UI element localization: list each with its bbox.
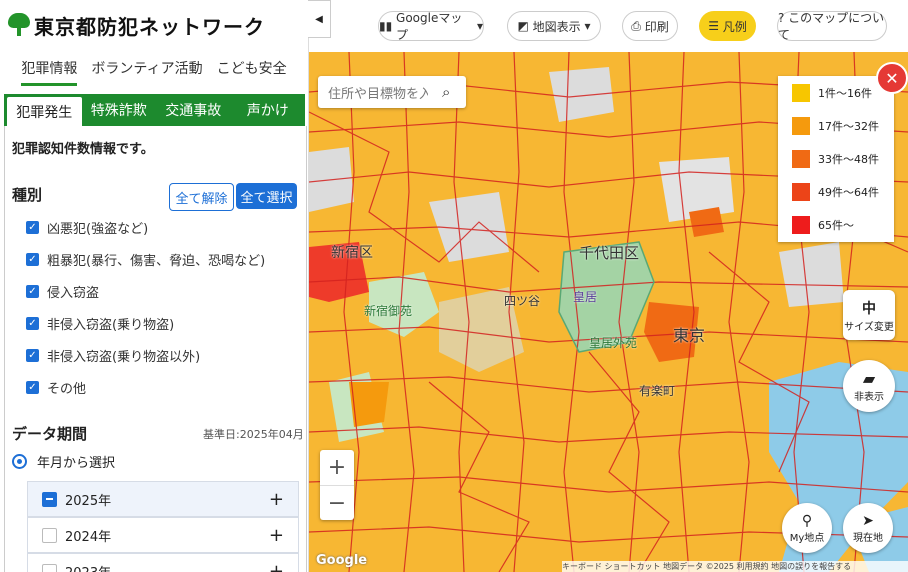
map-label-tokyo: 東京	[673, 326, 706, 345]
legend-button[interactable]: ☰ 凡例	[699, 11, 756, 41]
google-logo: Google	[316, 553, 368, 568]
print-button[interactable]: ⎙ 印刷	[622, 11, 678, 41]
chevron-down-icon: ▾	[580, 19, 591, 33]
top-nav: 犯罪情報 ボランティア活動 こども安全	[0, 52, 308, 86]
tab-calling-out[interactable]: 声かけ	[231, 94, 306, 126]
period-radio[interactable]: 年月から選択	[12, 452, 115, 471]
legend-item: 33件～48件	[792, 150, 879, 168]
legend-swatch	[792, 84, 810, 102]
expand-icon[interactable]: +	[269, 525, 284, 546]
legend-swatch	[792, 183, 810, 201]
expand-icon[interactable]: +	[269, 561, 284, 572]
search-input[interactable]: 住所や目標物を入力	[328, 83, 428, 102]
checkbox-checked-icon[interactable]: ✓	[26, 348, 39, 362]
category-checkbox-burglary[interactable]: ✓ 侵入窃盗	[26, 279, 99, 303]
panel-description: 犯罪認知件数情報です。	[12, 142, 154, 157]
map-display-button[interactable]: ◩ 地図表示 ▾	[507, 11, 601, 41]
size-change-button[interactable]: 中 サイズ変更	[843, 290, 895, 340]
legend-item: 1件～16件	[792, 84, 872, 102]
site-title: 東京都防犯ネットワーク	[34, 14, 265, 39]
map-label-kokyo-gaien: 皇居外苑	[589, 336, 638, 350]
legend-label: 33件～48件	[818, 153, 879, 166]
year-checkbox[interactable]	[42, 563, 57, 572]
legend-label: 1件～16件	[818, 87, 872, 100]
year-checkbox[interactable]	[42, 491, 57, 507]
category-heading: 種別	[12, 186, 43, 204]
base-date: 基準日:2025年04月	[203, 428, 304, 441]
legend-swatch	[792, 150, 810, 168]
pin-icon: ⚲	[801, 512, 813, 529]
checkbox-checked-icon[interactable]: ✓	[26, 284, 39, 298]
year-checkbox[interactable]	[42, 527, 57, 543]
about-map-button[interactable]: ? このマップについて	[777, 11, 887, 42]
map-label-chiyoda: 千代田区	[579, 244, 640, 262]
checkbox-checked-icon[interactable]: ✓	[26, 220, 39, 234]
chevron-down-icon: ▾	[473, 19, 483, 33]
expand-icon[interactable]: +	[269, 489, 284, 510]
map-label-yurakucho: 有楽町	[639, 384, 676, 398]
checkbox-checked-icon[interactable]: ✓	[26, 380, 39, 394]
clear-all-button[interactable]: 全て解除	[169, 183, 234, 211]
tab-traffic-accident[interactable]: 交通事故	[156, 94, 231, 126]
zoom-out-button[interactable]: −	[320, 486, 354, 521]
layers-icon: ◩	[517, 19, 533, 33]
map-label-imperial-palace: 皇居	[573, 290, 598, 304]
list-icon: ☰	[708, 19, 723, 33]
checkbox-checked-icon[interactable]: ✓	[26, 316, 39, 330]
legend-swatch	[792, 117, 810, 135]
year-row-2025[interactable]: 2025年 +	[27, 481, 299, 517]
legend-label: 65件～	[818, 219, 854, 232]
map-attribution[interactable]: キーボード ショートカット 地図データ ©2025 利用規約 地図の誤りを報告す…	[562, 561, 908, 572]
tab-crime-occurrence[interactable]: 犯罪発生	[7, 97, 82, 126]
legend-label: 49件～64件	[818, 186, 879, 199]
select-all-button[interactable]: 全て選択	[236, 183, 297, 209]
checkbox-checked-icon[interactable]: ✓	[26, 252, 39, 266]
caret-left-icon: ◀	[315, 13, 323, 25]
sidebar: 東京都防犯ネットワーク 犯罪情報 ボランティア活動 こども安全 犯罪発生 特殊詐…	[0, 0, 309, 572]
hide-button[interactable]: ▰ 非表示	[843, 360, 895, 412]
year-row-2024[interactable]: 2024年 +	[27, 517, 299, 553]
category-checkbox-violent[interactable]: ✓ 凶悪犯(強盗など)	[26, 215, 148, 239]
radio-selected-icon[interactable]	[12, 454, 27, 469]
close-legend-button[interactable]: ✕	[876, 62, 908, 94]
legend-item: 65件～	[792, 216, 854, 234]
legend-item: 49件～64件	[792, 183, 879, 201]
map-label-shinjuku-gyoen: 新宿御苑	[364, 304, 413, 318]
category-checkbox-other[interactable]: ✓ その他	[26, 375, 86, 399]
close-icon: ✕	[885, 68, 899, 88]
legend-swatch	[792, 216, 810, 234]
zoom-control: + −	[320, 450, 354, 520]
current-location-button[interactable]: ➤ 現在地	[843, 503, 893, 553]
crime-tabs: 犯罪発生 特殊詐欺 交通事故 声かけ	[4, 94, 305, 126]
nav-child-safety[interactable]: こども安全	[217, 52, 287, 86]
legend-panel: 1件～16件 17件～32件 33件～48件 49件～64件 65件～	[778, 76, 894, 242]
map-icon: ▮▮	[379, 19, 397, 33]
nav-volunteer[interactable]: ボランティア活動	[91, 52, 202, 86]
map-label-yotsuya: 四ツ谷	[504, 294, 541, 308]
zoom-in-button[interactable]: +	[320, 450, 354, 486]
category-checkbox-vehicle-theft[interactable]: ✓ 非侵入窃盗(乗り物盗)	[26, 311, 174, 335]
speech-bubble-icon: ▰	[862, 369, 876, 388]
category-checkbox-other-theft[interactable]: ✓ 非侵入窃盗(乗り物盗以外)	[26, 343, 200, 367]
category-checkbox-rough[interactable]: ✓ 粗暴犯(暴行、傷害、脅迫、恐喝など)	[26, 247, 265, 271]
map-label-shinjuku: 新宿区	[331, 245, 373, 261]
size-icon: 中	[862, 300, 876, 317]
legend-item: 17件～32件	[792, 117, 879, 135]
address-search[interactable]: 住所や目標物を入力 ⌕	[318, 76, 466, 108]
collapse-sidebar-button[interactable]: ◀	[308, 0, 331, 38]
google-maps-button[interactable]: ▮▮ Googleマップ ▾	[378, 11, 484, 42]
period-heading: データ期間	[12, 425, 88, 443]
tab-special-fraud[interactable]: 特殊詐欺	[82, 94, 157, 126]
navigation-arrow-icon: ➤	[862, 512, 874, 529]
site-logo[interactable]: 東京都防犯ネットワーク	[8, 10, 265, 40]
year-row-2023[interactable]: 2023年+	[27, 553, 299, 572]
printer-icon: ⎙	[631, 18, 645, 33]
tree-icon	[8, 13, 30, 37]
search-icon[interactable]: ⌕	[442, 83, 450, 101]
map-toolbar: ▮▮ Googleマップ ▾ ◩ 地図表示 ▾ ⎙ 印刷 ☰ 凡例 ? このマッ…	[330, 0, 908, 52]
legend-label: 17件～32件	[818, 120, 879, 133]
my-spot-button[interactable]: ⚲ My地点	[782, 503, 832, 553]
nav-crime-info[interactable]: 犯罪情報	[21, 52, 78, 86]
